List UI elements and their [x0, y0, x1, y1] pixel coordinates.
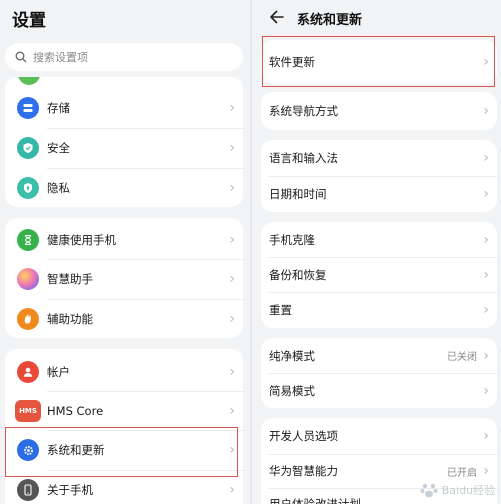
watermark-text: Baidu经验 [441, 484, 495, 497]
chevron-right-icon: › [483, 150, 489, 166]
settings-group-2: 健康使用手机 › 智慧助手 › 辅助功能 › [5, 218, 243, 338]
menu-item-label: 用户体验改进计划 [269, 497, 361, 504]
storage-icon [17, 97, 39, 119]
chevron-right-icon: › [229, 180, 235, 196]
sidebar-item-label: 隐私 [47, 181, 70, 195]
menu-item-label: 语言和输入法 [269, 151, 338, 165]
partial-item-icon [18, 77, 40, 85]
shield-icon [17, 137, 39, 159]
sidebar-item-label: 存储 [47, 101, 70, 115]
sidebar-item-storage[interactable]: 存储 › [5, 89, 243, 127]
menu-item-developer-options[interactable]: 开发人员选项 › [261, 418, 497, 454]
privacy-icon [17, 177, 39, 199]
menu-item-backup-restore[interactable]: 备份和恢复 › [261, 257, 497, 292]
menu-item-phone-clone[interactable]: 手机克隆 › [261, 222, 497, 257]
search-placeholder: 搜索设置项 [33, 51, 88, 64]
hms-icon: HMS [15, 400, 41, 422]
chevron-right-icon: › [483, 382, 489, 399]
sidebar-item-security[interactable]: 安全 › [5, 129, 243, 167]
sidebar-item-label: 关于手机 [47, 483, 93, 497]
chevron-right-icon: › [229, 403, 235, 419]
chevron-right-icon: › [483, 266, 489, 283]
status-value: 已关闭 [447, 352, 477, 363]
search-input[interactable]: 搜索设置项 [5, 43, 243, 71]
sidebar-item-privacy[interactable]: 隐私 › [5, 169, 243, 207]
menu-item-label: 备份和恢复 [269, 267, 327, 282]
chevron-right-icon: › [229, 482, 235, 498]
account-icon [17, 361, 39, 383]
watermark: Baidu经验 [419, 480, 495, 500]
assistant-icon [17, 268, 39, 290]
back-arrow-icon[interactable] [268, 8, 286, 26]
sidebar-item-label: 健康使用手机 [47, 233, 116, 247]
settings-card-navigation: 系统导航方式 › [261, 92, 497, 130]
settings-card-clone-backup: 手机克隆 › 备份和恢复 › 重置 › [261, 222, 497, 328]
chevron-right-icon: › [229, 311, 235, 327]
menu-item-label: 纯净模式 [269, 348, 315, 363]
paw-icon [420, 483, 438, 498]
settings-card-language-time: 语言和输入法 › 日期和时间 › [261, 140, 497, 212]
menu-item-label: 系统导航方式 [269, 104, 338, 118]
chevron-right-icon: › [229, 271, 235, 287]
menu-item-language-input[interactable]: 语言和输入法 › [261, 140, 497, 176]
menu-item-label: 简易模式 [269, 383, 315, 398]
menu-item-label: 重置 [269, 303, 292, 317]
menu-item-pure-mode[interactable]: 纯净模式 已关闭 › [261, 338, 497, 373]
hand-icon [17, 308, 39, 330]
sidebar-item-label: 辅助功能 [47, 312, 93, 326]
sidebar-item-hms-core[interactable]: HMS HMS Core › [5, 392, 243, 430]
settings-group-1: 存储 › 安全 › 隐私 › [5, 77, 243, 207]
sidebar-item-label: HMS Core [47, 404, 104, 418]
sidebar-item-digital-balance[interactable]: 健康使用手机 › [5, 221, 243, 259]
chevron-right-icon: › [483, 231, 489, 248]
page-title: 设置 [12, 11, 46, 31]
sidebar-item-label: 帐户 [47, 365, 70, 379]
menu-item-reset[interactable]: 重置 › [261, 292, 497, 328]
chevron-right-icon: › [483, 347, 489, 364]
menu-item-label: 开发人员选项 [269, 429, 338, 443]
status-value: 已开启 [447, 467, 477, 479]
chevron-right-icon: › [483, 463, 489, 479]
menu-item-label: 日期和时间 [269, 187, 327, 201]
chevron-right-icon: › [483, 428, 489, 444]
sidebar-item-account[interactable]: 帐户 › [5, 353, 243, 391]
highlight-box [262, 36, 495, 87]
menu-item-label: 手机克隆 [269, 232, 315, 247]
chevron-right-icon: › [229, 140, 235, 156]
highlight-box [5, 427, 238, 477]
chevron-right-icon: › [229, 364, 235, 380]
menu-item-label: 华为智慧能力 [269, 464, 338, 478]
chevron-right-icon: › [483, 186, 489, 202]
settings-card-modes: 纯净模式 已关闭 › 简易模式 › [261, 338, 497, 408]
chevron-right-icon: › [229, 232, 235, 248]
phone-icon [17, 479, 39, 501]
search-icon [15, 51, 27, 63]
chevron-right-icon: › [229, 100, 235, 116]
menu-item-system-navigation[interactable]: 系统导航方式 › [261, 92, 497, 130]
menu-item-simple-mode[interactable]: 简易模式 › [261, 373, 497, 408]
chevron-right-icon: › [483, 302, 489, 318]
menu-item-date-time[interactable]: 日期和时间 › [261, 176, 497, 212]
chevron-right-icon: › [483, 103, 489, 119]
settings-panel: 设置 搜索设置项 存储 › 安全 › 隐私 › 健康使用手机 › 智慧助手 › … [0, 0, 250, 504]
sidebar-item-label: 智慧助手 [47, 272, 93, 286]
sidebar-item-accessibility[interactable]: 辅助功能 › [5, 300, 243, 338]
hms-badge-text: HMS [19, 407, 37, 415]
sidebar-item-assistant[interactable]: 智慧助手 › [5, 260, 243, 298]
hourglass-icon [17, 229, 39, 251]
page-title: 系统和更新 [297, 13, 363, 28]
sidebar-item-label: 安全 [47, 141, 70, 155]
